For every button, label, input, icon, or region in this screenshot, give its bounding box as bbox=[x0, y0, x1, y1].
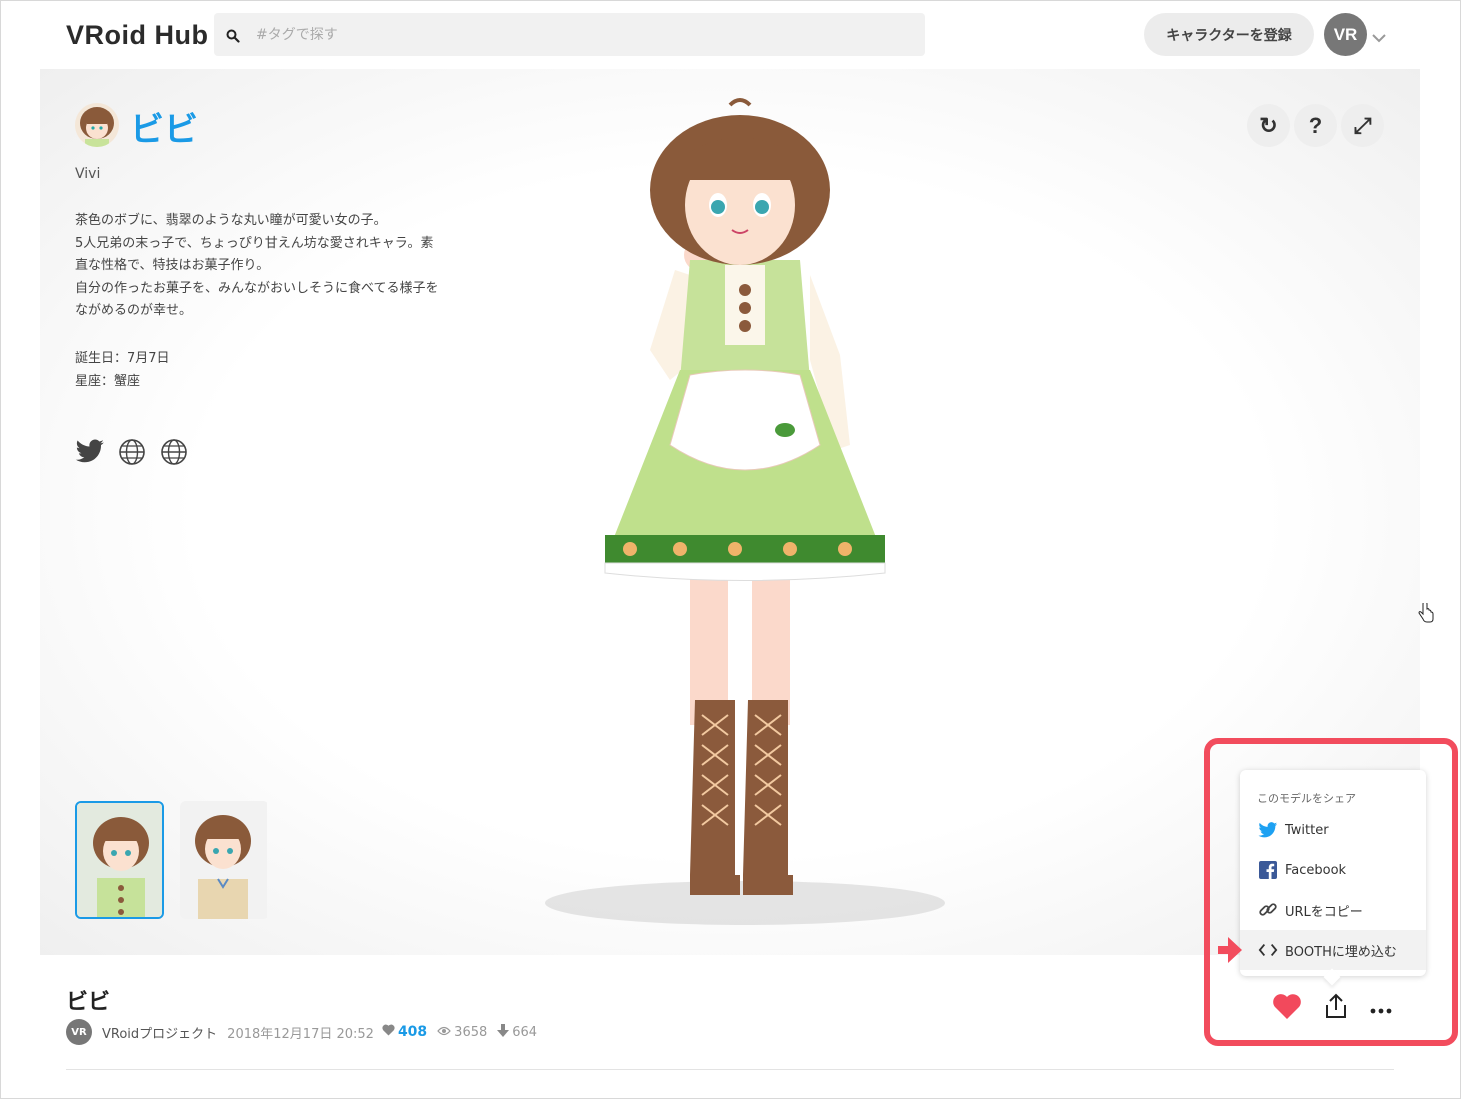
search-bar[interactable] bbox=[214, 13, 925, 56]
character-subtitle: Vivi bbox=[75, 166, 101, 182]
view-count: 3658 bbox=[454, 1024, 488, 1040]
more-options-icon[interactable] bbox=[1370, 999, 1392, 1018]
reset-view-button[interactable]: ↻ bbox=[1247, 104, 1290, 147]
description-line: 直な性格で、特技はお菓子作り。 bbox=[75, 258, 270, 273]
share-facebook[interactable]: Facebook bbox=[1240, 850, 1426, 890]
hand-cursor-icon bbox=[1417, 601, 1435, 627]
help-button[interactable]: ? bbox=[1294, 104, 1337, 147]
link-icon bbox=[1258, 900, 1278, 920]
model-meta: VR VRoidプロジェクト 2018年12月17日 20:52 408 365… bbox=[66, 1019, 537, 1045]
social-links bbox=[75, 437, 189, 467]
model-title: ビビ bbox=[66, 990, 111, 1015]
code-icon bbox=[1258, 940, 1278, 960]
action-bar bbox=[1272, 990, 1392, 1026]
divider bbox=[66, 1069, 1394, 1070]
twitter-icon bbox=[1258, 820, 1278, 840]
description-line: 茶色のボブに、翡翠のような丸い瞳が可愛い女の子。 bbox=[75, 213, 387, 228]
search-input[interactable] bbox=[256, 26, 856, 43]
character-info: 誕生日：7月7日 星座：蟹座 bbox=[75, 347, 170, 393]
share-menu: このモデルをシェア Twitter Facebook URLをコピー BOOTH… bbox=[1240, 770, 1426, 976]
eye-icon bbox=[437, 1025, 451, 1040]
like-count: 408 bbox=[397, 1024, 428, 1040]
download-icon bbox=[497, 1023, 510, 1041]
facebook-icon bbox=[1258, 860, 1278, 880]
user-avatar[interactable]: VR bbox=[1324, 13, 1367, 56]
share-copy-url[interactable]: URLをコピー bbox=[1240, 890, 1426, 930]
twitter-icon[interactable] bbox=[75, 437, 105, 467]
share-facebook-label: Facebook bbox=[1285, 862, 1347, 878]
arrow-right-icon bbox=[1218, 937, 1242, 967]
description-line: 自分の作ったお菓子を、みんながおいしそうに食べてる様子を bbox=[75, 280, 439, 296]
heart-icon bbox=[382, 1024, 395, 1040]
character-name: ビビ bbox=[130, 110, 198, 150]
vroid-hub-logo[interactable]: VRoid Hub bbox=[66, 20, 208, 51]
share-icon[interactable] bbox=[1324, 993, 1348, 1023]
author-name[interactable]: VRoidプロジェクト bbox=[102, 1023, 217, 1042]
help-icon: ? bbox=[1308, 112, 1323, 138]
share-twitter[interactable]: Twitter bbox=[1240, 810, 1426, 850]
refresh-icon: ↻ bbox=[1259, 112, 1278, 138]
thumbnail-2[interactable] bbox=[180, 801, 269, 919]
thumbnail-1[interactable] bbox=[75, 801, 164, 919]
globe-icon[interactable] bbox=[117, 437, 147, 467]
download-count: 664 bbox=[512, 1024, 538, 1040]
header: VRoid Hub キャラクターを登録 VR bbox=[0, 0, 1461, 69]
like-heart-icon[interactable] bbox=[1272, 993, 1302, 1024]
globe-icon[interactable] bbox=[159, 437, 189, 467]
chevron-down-icon[interactable] bbox=[1372, 28, 1386, 47]
share-twitter-label: Twitter bbox=[1285, 822, 1329, 838]
register-character-button[interactable]: キャラクターを登録 bbox=[1144, 13, 1314, 56]
description-line: ながめるのが幸せ。 bbox=[75, 303, 193, 318]
author-avatar[interactable]: VR bbox=[66, 1019, 92, 1045]
expand-icon: ⤢ bbox=[1353, 112, 1372, 138]
character-description: 茶色のボブに、翡翠のような丸い瞳が可愛い女の子。 5人兄弟の末っ子で、ちょっぴり… bbox=[75, 210, 515, 323]
share-copy-url-label: URLをコピー bbox=[1285, 904, 1363, 920]
description-line: 5人兄弟の末っ子で、ちょっぴり甘えん坊な愛されキャラ。素 bbox=[75, 235, 434, 251]
zodiac: 星座：蟹座 bbox=[75, 374, 141, 389]
character-icon bbox=[75, 103, 119, 147]
share-booth-embed[interactable]: BOOTHに埋め込む bbox=[1240, 930, 1426, 970]
character-3d-model[interactable] bbox=[540, 95, 960, 935]
fullscreen-button[interactable]: ⤢ bbox=[1341, 104, 1384, 147]
share-menu-header: このモデルをシェア bbox=[1257, 792, 1356, 805]
published-date: 2018年12月17日 20:52 bbox=[227, 1026, 374, 1042]
search-icon bbox=[226, 28, 240, 43]
birthday: 誕生日：7月7日 bbox=[75, 351, 170, 366]
share-booth-embed-label: BOOTHに埋め込む bbox=[1285, 944, 1397, 960]
